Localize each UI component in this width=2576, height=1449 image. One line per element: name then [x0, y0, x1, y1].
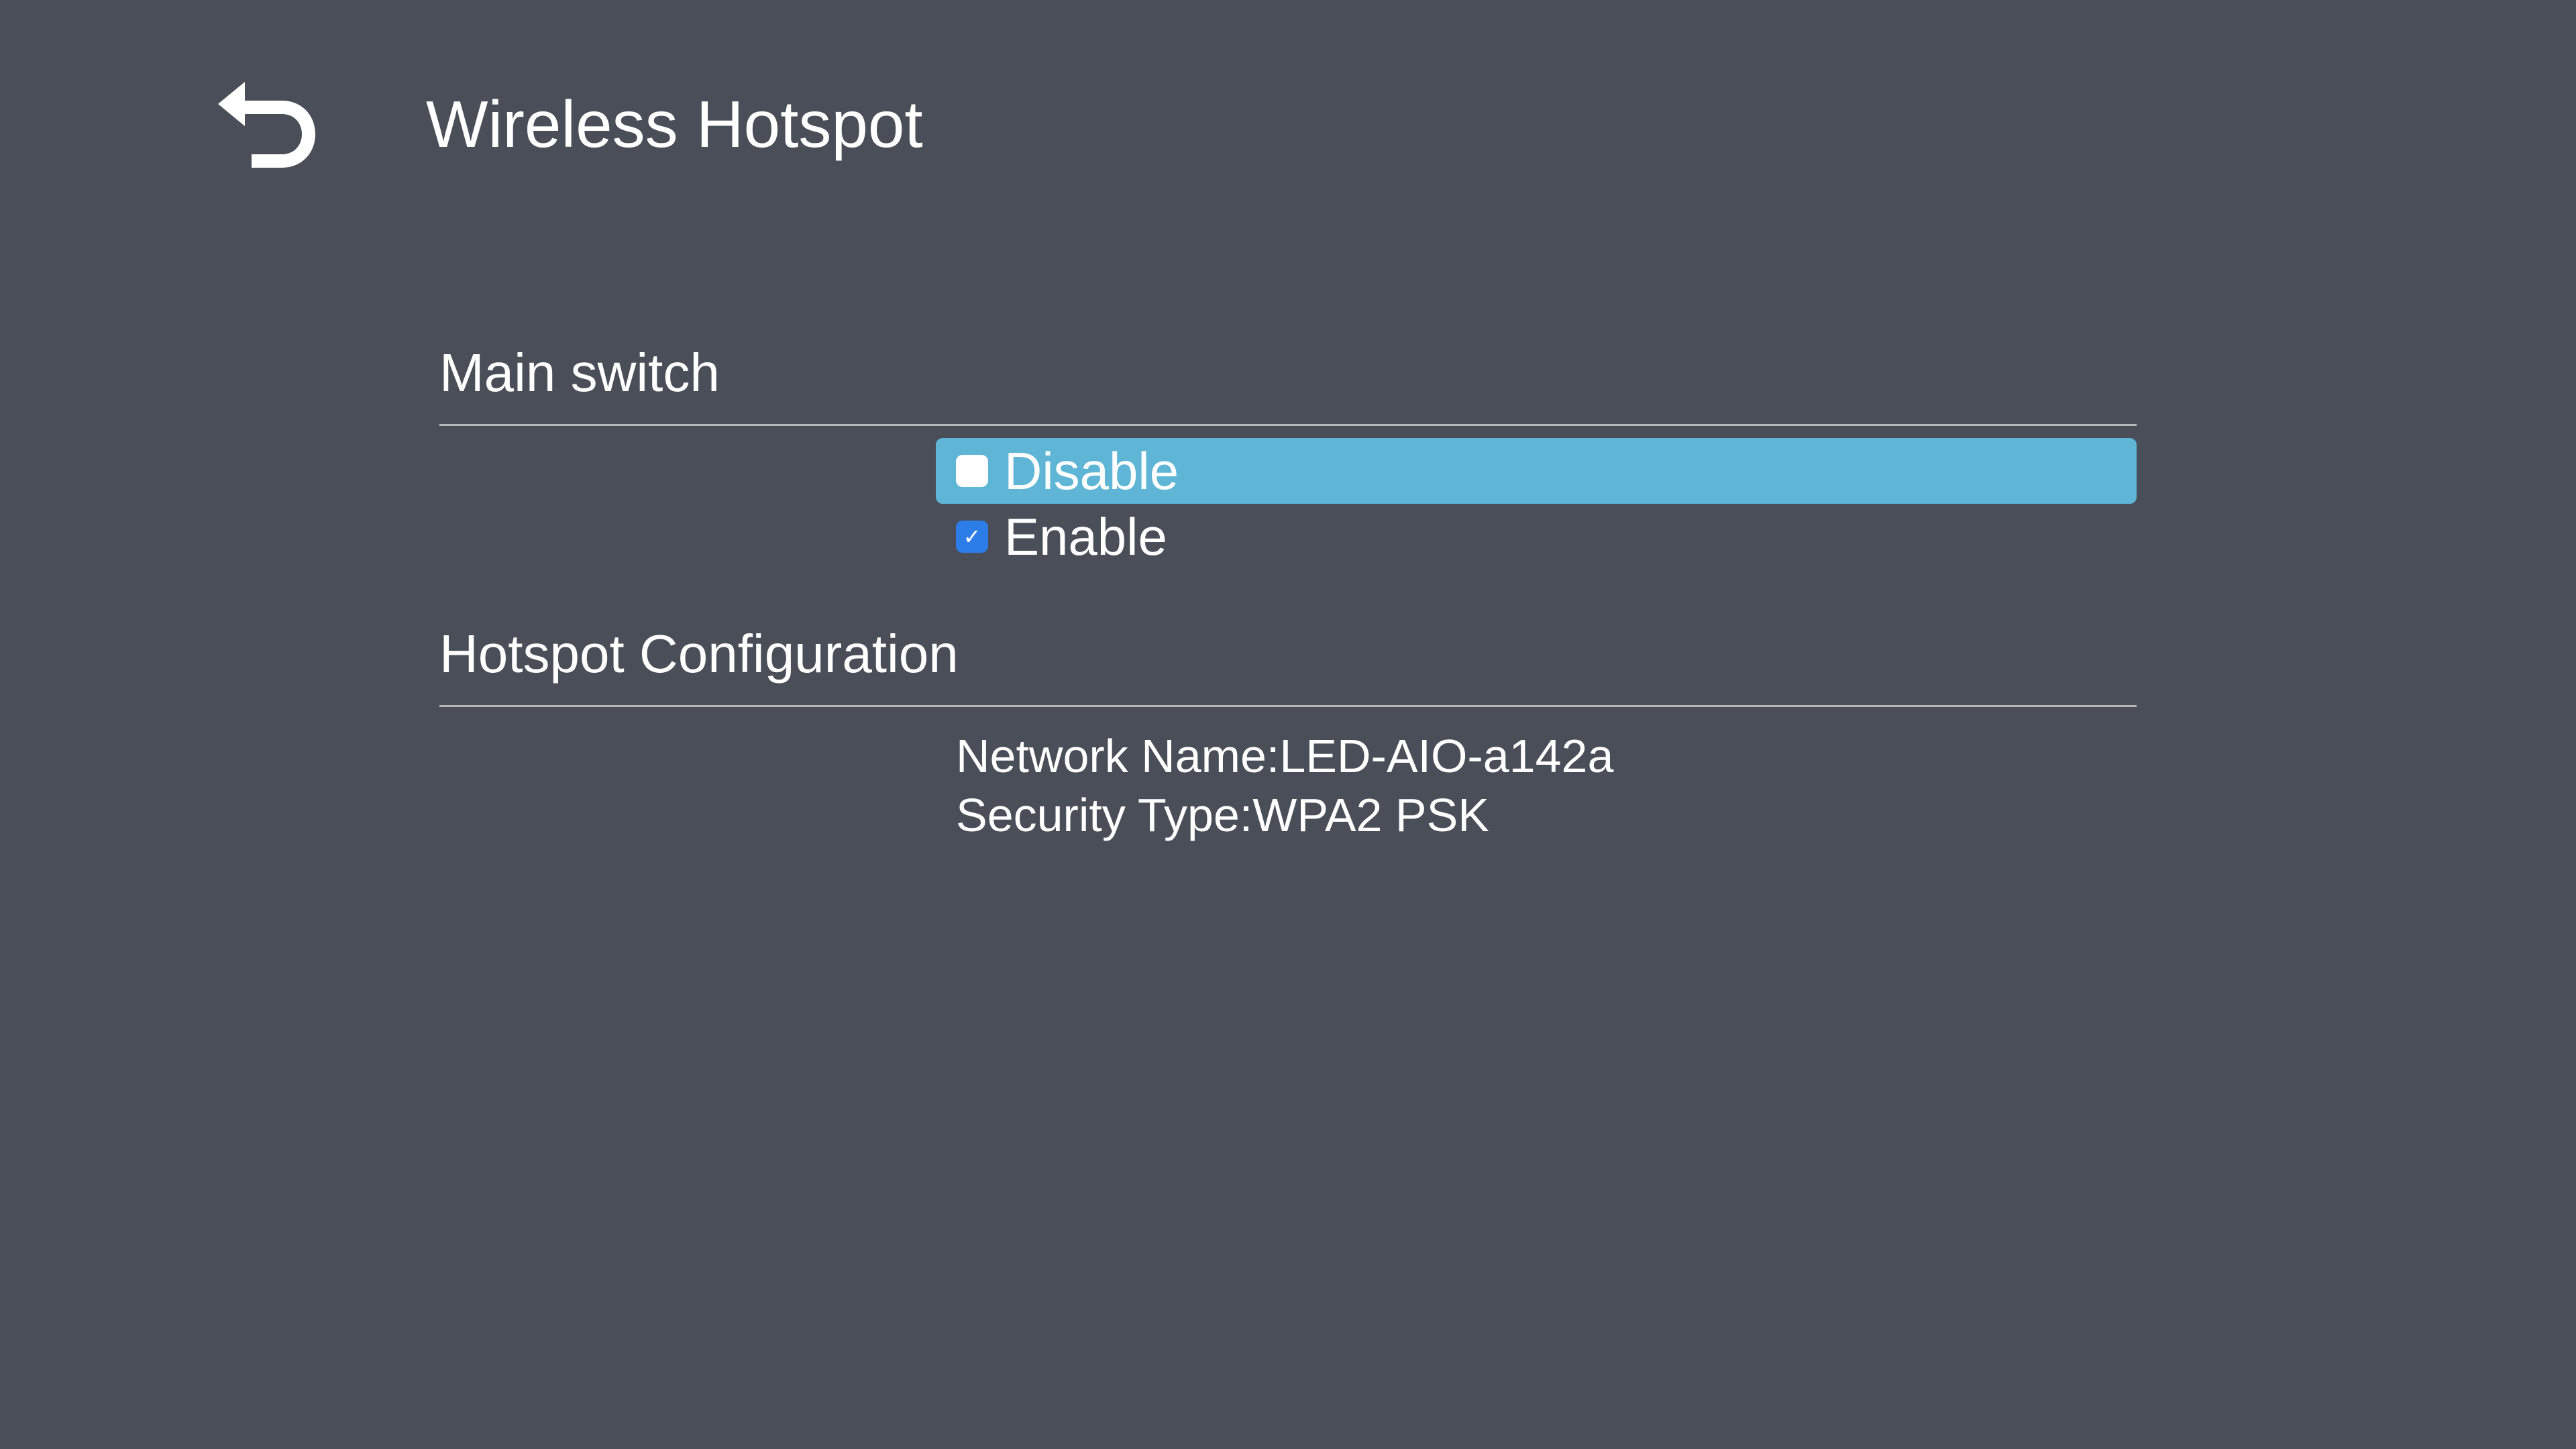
main-switch-options: Disable ✓ Enable	[936, 438, 2137, 570]
main-switch-header: Main switch	[439, 342, 2137, 426]
security-type-label: Security Type:	[956, 789, 1252, 841]
security-type-value: WPA2 PSK	[1252, 789, 1489, 841]
network-name-value: LED-AIO-a142a	[1279, 730, 1613, 782]
content: Main switch Disable ✓ Enable Hotspot Con…	[0, 342, 2576, 845]
hotspot-config-header: Hotspot Configuration	[439, 623, 2137, 707]
disable-checkbox[interactable]	[956, 455, 988, 487]
enable-label: Enable	[1004, 506, 1167, 568]
network-name-row: Network Name:LED-AIO-a142a	[956, 727, 2137, 786]
header: Wireless Hotspot	[0, 0, 2576, 168]
enable-option[interactable]: ✓ Enable	[936, 504, 2137, 570]
hotspot-config-info: Network Name:LED-AIO-a142a Security Type…	[956, 727, 2137, 845]
network-name-label: Network Name:	[956, 730, 1279, 782]
checkmark-icon: ✓	[963, 524, 981, 549]
disable-label: Disable	[1004, 441, 1179, 502]
security-type-row: Security Type:WPA2 PSK	[956, 786, 2137, 845]
back-icon[interactable]	[215, 80, 315, 168]
disable-option[interactable]: Disable	[936, 438, 2137, 504]
page-title: Wireless Hotspot	[426, 87, 923, 162]
enable-checkbox[interactable]: ✓	[956, 521, 988, 553]
